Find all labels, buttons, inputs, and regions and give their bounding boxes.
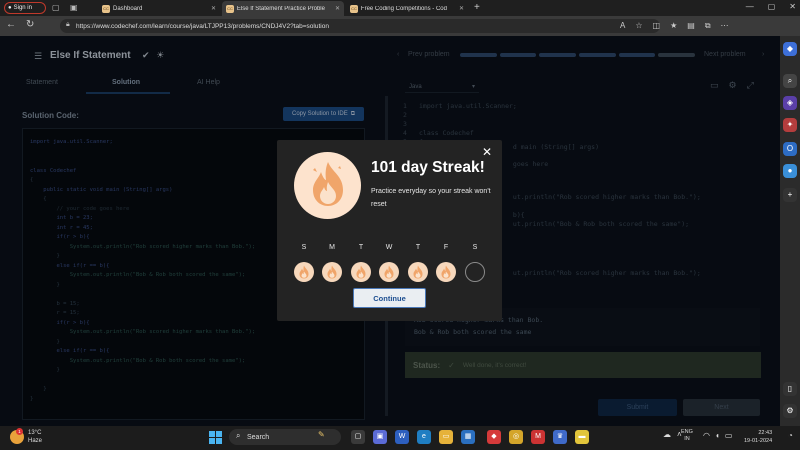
streak-day-complete (351, 262, 371, 282)
battery-icon: ▭ (724, 431, 733, 440)
copilot-icon[interactable]: ◆ (783, 42, 797, 56)
streak-day-complete (436, 262, 456, 282)
profile-icon: ● (8, 5, 12, 11)
outlook-icon[interactable]: O (783, 142, 797, 156)
streak-day-complete (322, 262, 342, 282)
search-highlight-icon: ✎ (318, 430, 325, 439)
weekday-label: S (472, 244, 478, 251)
lock-icon[interactable]: 🔒︎ (66, 21, 70, 29)
close-icon[interactable]: ✕ (482, 145, 492, 159)
tools-icon[interactable]: ✦ (783, 118, 797, 132)
new-tab-button[interactable]: + (474, 2, 480, 13)
weekday-label: W (385, 244, 393, 251)
codechef-favicon-icon: CC (226, 4, 234, 13)
wifi-icon: ◠ (703, 431, 710, 440)
edge-icon[interactable]: e (417, 430, 431, 444)
weekday-label: F (443, 244, 449, 251)
notification-badge: 1 (16, 428, 23, 435)
flame-icon (327, 265, 337, 279)
windows-start-icon[interactable] (209, 431, 222, 444)
tab-dashboard[interactable]: CC Dashboard ✕ (98, 1, 220, 16)
window-controls: — ▢ ✕ (746, 2, 796, 11)
clock[interactable]: 22:43 19-01-2024 (744, 429, 772, 445)
chrome-icon[interactable]: ◎ (509, 430, 523, 444)
tab-actions-icon[interactable]: ▢ (52, 3, 60, 12)
weekday-label: S (301, 244, 307, 251)
sidebar-settings-icon[interactable]: ⚙ (783, 404, 797, 418)
sign-in-button[interactable]: ● Sign in (4, 2, 46, 14)
browser-toolbar: A ☆ ◫ ★ ▤ ⧉ ⋯ (620, 21, 729, 31)
cloud-icon[interactable]: ☁ (663, 430, 671, 439)
volume-icon: ◖ (714, 431, 720, 440)
games-icon[interactable]: ● (783, 164, 797, 178)
codechef-favicon-icon: CC (102, 4, 110, 13)
streak-flame-badge (294, 152, 361, 219)
streak-day-complete (379, 262, 399, 282)
maximize-icon[interactable]: ▢ (768, 2, 776, 11)
favorites-icon[interactable]: ★ (670, 21, 677, 31)
flame-icon (441, 265, 451, 279)
task-view-icon[interactable]: ▢ (351, 430, 365, 444)
flame-icon (356, 265, 366, 279)
workspaces-icon[interactable]: ▣ (70, 3, 78, 12)
collections-icon[interactable]: ▤ (687, 21, 695, 31)
flame-icon (413, 265, 423, 279)
streak-day-empty (465, 262, 485, 282)
back-icon[interactable]: ← (6, 19, 16, 30)
file-explorer-icon[interactable]: ▭ (439, 430, 453, 444)
more-menu-icon[interactable]: ⋯ (721, 21, 729, 31)
quick-settings[interactable]: ◠ ◖ ▭ (703, 431, 732, 440)
refresh-icon[interactable]: ↻ (26, 19, 34, 30)
codechef-favicon-icon: CC (350, 4, 358, 13)
continue-button[interactable]: Continue (353, 288, 426, 308)
shopping-icon[interactable]: ◈ (783, 96, 797, 110)
weather-condition[interactable]: Haze (28, 438, 42, 444)
flame-icon (384, 265, 394, 279)
streak-day-complete (408, 262, 428, 282)
weekday-label: T (415, 244, 421, 251)
url-field[interactable]: https://www.codechef.com/learn/course/ja… (60, 19, 660, 33)
streak-day-complete (294, 262, 314, 282)
weekday-label: T (358, 244, 364, 251)
add-sidebar-icon[interactable]: + (783, 188, 797, 202)
app-blue-icon[interactable]: ♛ (553, 430, 567, 444)
tab-else-if-statement[interactable]: CC Else If Statement Practice Proble ✕ (222, 1, 344, 16)
read-aloud-icon[interactable]: A (620, 21, 625, 31)
streak-description: Practice everyday so your streak won't r… (371, 188, 491, 208)
weekday-label: M (329, 244, 335, 251)
app-red-icon[interactable]: ◆ (487, 430, 501, 444)
language-indicator[interactable]: ENG IN (681, 429, 693, 443)
close-window-icon[interactable]: ✕ (789, 2, 796, 11)
sticky-notes-icon[interactable]: ▬ (575, 430, 589, 444)
teams-icon[interactable]: ▣ (373, 430, 387, 444)
close-tab-icon[interactable]: ✕ (459, 5, 464, 12)
mcafee-icon[interactable]: M (531, 430, 545, 444)
split-screen-icon[interactable]: ◫ (653, 21, 661, 31)
extensions-icon[interactable]: ⧉ (705, 21, 711, 31)
close-tab-icon[interactable]: ✕ (335, 5, 340, 12)
minimize-icon[interactable]: — (746, 2, 754, 11)
notifications-icon[interactable]: ◔ (788, 431, 793, 440)
store-icon[interactable]: ▦ (461, 430, 475, 444)
search-icon: ⌕ (236, 431, 241, 440)
tab-free-coding-competitions[interactable]: CC Free Coding Competitions - Cod ✕ (346, 1, 468, 16)
word-icon[interactable]: W (395, 430, 409, 444)
favorite-star-icon[interactable]: ☆ (635, 21, 642, 31)
edge-sidebar (780, 36, 800, 426)
sidebar-layout-icon[interactable]: ▯ (783, 382, 797, 396)
close-tab-icon[interactable]: ✕ (211, 5, 216, 12)
temperature[interactable]: 13°C (28, 430, 41, 436)
streak-title: 101 day Streak! (371, 159, 485, 176)
flame-icon (313, 162, 343, 206)
flame-icon (299, 265, 309, 279)
search-sidebar-icon[interactable]: ⌕ (783, 74, 797, 88)
system-tray: ☁ ˄ (663, 430, 682, 439)
navigation-buttons: ← ↻ (6, 19, 34, 30)
